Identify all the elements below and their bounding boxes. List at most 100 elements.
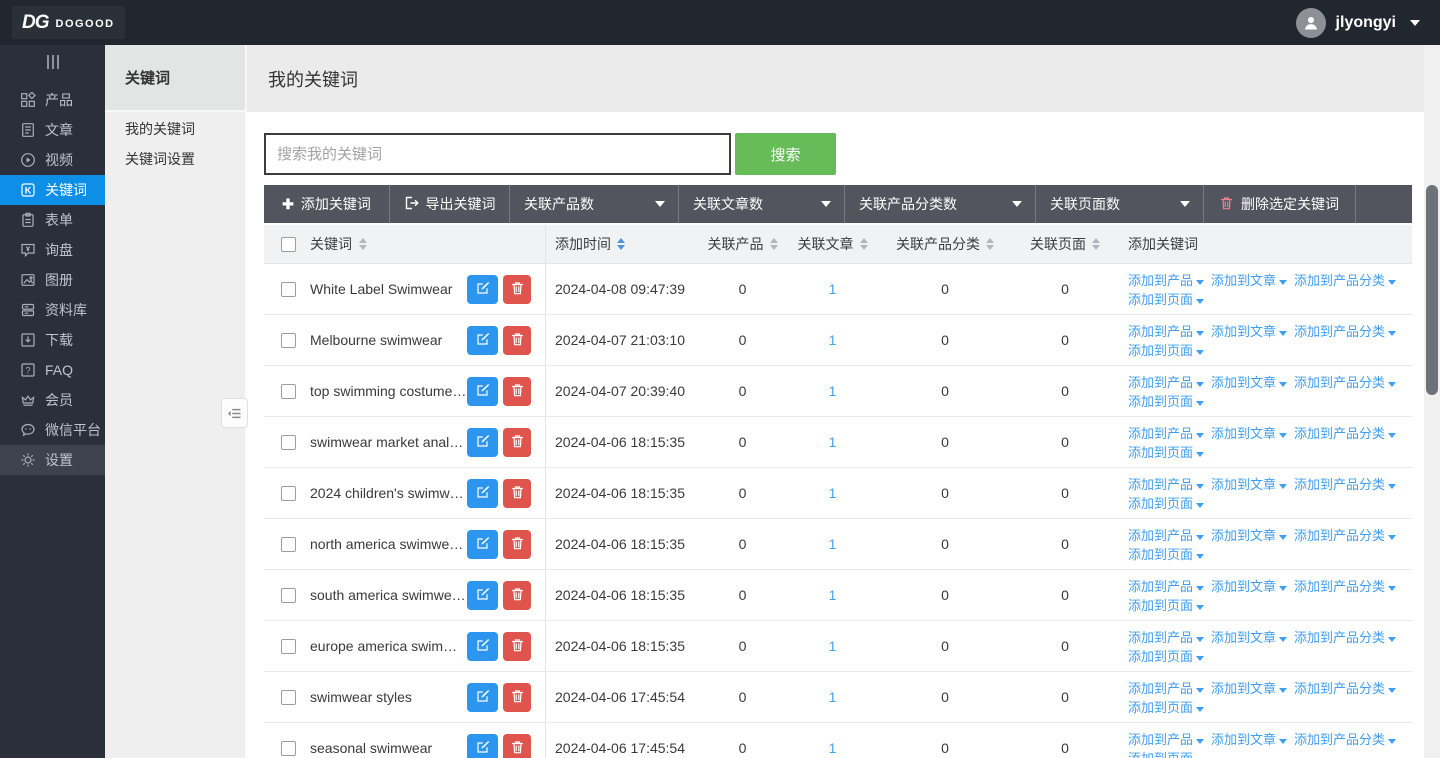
add-to-link[interactable]: 添加到文章 (1211, 579, 1287, 594)
sort-icon[interactable] (860, 238, 868, 250)
sidebar-item-inquiries[interactable]: 询盘 (0, 235, 105, 265)
add-to-link[interactable]: 添加到产品分类 (1294, 732, 1396, 747)
add-to-link[interactable]: 添加到产品分类 (1294, 579, 1396, 594)
delete-button[interactable] (503, 734, 531, 758)
subsidebar-item-my-keywords[interactable]: 我的关键词 (105, 114, 245, 144)
delete-selected-button[interactable]: 删除选定关键词 (1204, 185, 1356, 223)
add-to-link[interactable]: 添加到页面 (1128, 547, 1204, 562)
row-checkbox[interactable] (281, 588, 296, 603)
delete-button[interactable] (503, 275, 531, 304)
scrollbar-thumb[interactable] (1426, 185, 1438, 395)
sidebar-item-products[interactable]: 产品 (0, 85, 105, 115)
sidebar-item-faq[interactable]: ?FAQ (0, 355, 105, 385)
delete-button[interactable] (503, 581, 531, 610)
scrollbar-track[interactable] (1424, 45, 1440, 758)
row-checkbox[interactable] (281, 537, 296, 552)
export-keywords-button[interactable]: 导出关键词 (390, 185, 510, 223)
add-to-link[interactable]: 添加到产品分类 (1294, 630, 1396, 645)
add-to-link[interactable]: 添加到页面 (1128, 445, 1204, 460)
row-checkbox[interactable] (281, 435, 296, 450)
sidebar-item-downloads[interactable]: 下载 (0, 325, 105, 355)
row-checkbox[interactable] (281, 639, 296, 654)
delete-button[interactable] (503, 326, 531, 355)
add-to-link[interactable]: 添加到页面 (1128, 343, 1204, 358)
add-to-link[interactable]: 添加到产品 (1128, 681, 1204, 696)
col-related-articles[interactable]: 关联文章 (785, 225, 880, 263)
related-categories-count-filter[interactable]: 关联产品分类数 (845, 185, 1036, 223)
related-products-count-filter[interactable]: 关联产品数 (510, 185, 679, 223)
sidebar-item-videos[interactable]: 视频 (0, 145, 105, 175)
add-to-link[interactable]: 添加到页面 (1128, 496, 1204, 511)
delete-button[interactable] (503, 428, 531, 457)
edit-button[interactable] (467, 734, 498, 758)
add-to-link[interactable]: 添加到文章 (1211, 477, 1287, 492)
add-to-link[interactable]: 添加到产品分类 (1294, 681, 1396, 696)
add-to-link[interactable]: 添加到产品 (1128, 375, 1204, 390)
related-articles-count[interactable]: 1 (785, 468, 880, 518)
delete-button[interactable] (503, 530, 531, 559)
add-to-link[interactable]: 添加到文章 (1211, 426, 1287, 441)
user-menu[interactable]: jlyongyi (1296, 8, 1420, 38)
collapse-panel-button[interactable] (221, 398, 248, 428)
sidebar-item-keywords[interactable]: K关键词 (0, 175, 105, 205)
add-to-link[interactable]: 添加到产品 (1128, 426, 1204, 441)
add-to-link[interactable]: 添加到页面 (1128, 292, 1204, 307)
related-articles-count[interactable]: 1 (785, 519, 880, 569)
row-checkbox[interactable] (281, 282, 296, 297)
delete-button[interactable] (503, 377, 531, 406)
edit-button[interactable] (467, 428, 498, 457)
search-input[interactable] (264, 133, 731, 175)
add-to-link[interactable]: 添加到文章 (1211, 273, 1287, 288)
edit-button[interactable] (467, 326, 498, 355)
add-to-link[interactable]: 添加到页面 (1128, 649, 1204, 664)
add-to-link[interactable]: 添加到文章 (1211, 324, 1287, 339)
sidebar-item-forms[interactable]: 表单 (0, 205, 105, 235)
sort-icon[interactable] (359, 238, 367, 250)
sidebar-item-wechat[interactable]: 微信平台 (0, 415, 105, 445)
edit-button[interactable] (467, 581, 498, 610)
subsidebar-item-keyword-settings[interactable]: 关键词设置 (105, 144, 245, 174)
delete-button[interactable] (503, 479, 531, 508)
related-articles-count[interactable]: 1 (785, 417, 880, 467)
add-to-link[interactable]: 添加到文章 (1211, 681, 1287, 696)
collapse-sidebar-icon[interactable] (0, 49, 105, 75)
add-to-link[interactable]: 添加到文章 (1211, 630, 1287, 645)
related-articles-count[interactable]: 1 (785, 366, 880, 416)
add-to-link[interactable]: 添加到产品 (1128, 732, 1204, 747)
col-related-categories[interactable]: 关联产品分类 (880, 225, 1010, 263)
add-to-link[interactable]: 添加到产品分类 (1294, 477, 1396, 492)
add-to-link[interactable]: 添加到产品 (1128, 273, 1204, 288)
sidebar-item-members[interactable]: 会员 (0, 385, 105, 415)
add-to-link[interactable]: 添加到产品 (1128, 630, 1204, 645)
add-to-link[interactable]: 添加到产品分类 (1294, 324, 1396, 339)
edit-button[interactable] (467, 683, 498, 712)
edit-button[interactable] (467, 377, 498, 406)
sidebar-item-library[interactable]: 资料库 (0, 295, 105, 325)
sort-icon[interactable] (617, 238, 625, 250)
edit-button[interactable] (467, 530, 498, 559)
add-to-link[interactable]: 添加到产品分类 (1294, 528, 1396, 543)
related-articles-count[interactable]: 1 (785, 621, 880, 671)
row-checkbox[interactable] (281, 333, 296, 348)
add-to-link[interactable]: 添加到产品 (1128, 477, 1204, 492)
related-articles-count[interactable]: 1 (785, 315, 880, 365)
edit-button[interactable] (467, 479, 498, 508)
add-to-link[interactable]: 添加到页面 (1128, 700, 1204, 715)
add-to-link[interactable]: 添加到页面 (1128, 598, 1204, 613)
delete-button[interactable] (503, 683, 531, 712)
add-to-link[interactable]: 添加到产品分类 (1294, 375, 1396, 390)
col-added-time[interactable]: 添加时间 (545, 225, 700, 263)
sidebar-item-albums[interactable]: 图册 (0, 265, 105, 295)
row-checkbox[interactable] (281, 741, 296, 756)
col-related-pages[interactable]: 关联页面 (1010, 225, 1120, 263)
add-keyword-button[interactable]: ✚ 添加关键词 (264, 185, 390, 223)
sidebar-item-settings[interactable]: 设置 (0, 445, 105, 475)
add-to-link[interactable]: 添加到页面 (1128, 751, 1204, 758)
sidebar-item-articles[interactable]: 文章 (0, 115, 105, 145)
related-articles-count[interactable]: 1 (785, 570, 880, 620)
col-keyword[interactable]: 关键词 (300, 225, 545, 263)
related-articles-count[interactable]: 1 (785, 672, 880, 722)
add-to-link[interactable]: 添加到文章 (1211, 732, 1287, 747)
add-to-link[interactable]: 添加到文章 (1211, 528, 1287, 543)
add-to-link[interactable]: 添加到页面 (1128, 394, 1204, 409)
